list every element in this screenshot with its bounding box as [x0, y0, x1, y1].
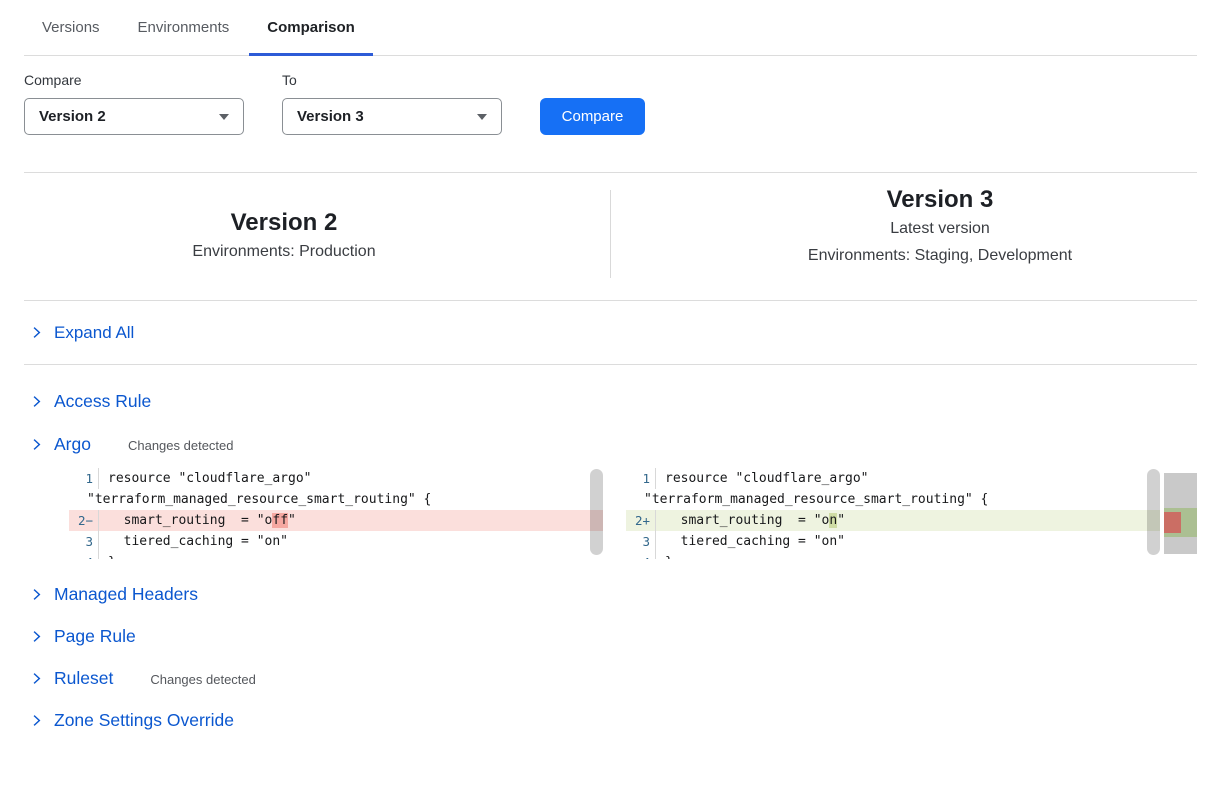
line-number: 3 — [626, 531, 656, 552]
diff-row: 4} — [626, 552, 1160, 559]
compare-form: Compare Version 2 To Version 3 Compare — [24, 72, 1224, 135]
changes-detected-badge: Changes detected — [150, 670, 256, 687]
compare-button[interactable]: Compare — [540, 98, 645, 135]
section-page[interactable]: Page Rule — [24, 620, 1197, 652]
changes-detected-badge: Changes detected — [128, 436, 234, 453]
line-number: 4 — [626, 552, 656, 559]
diff-panel-left: 1resource "cloudflare_argo""terraform_ma… — [69, 468, 603, 559]
compare-version-select[interactable]: Version 2 — [24, 98, 244, 135]
line-number: 2+ — [626, 510, 656, 531]
version-left-title: Version 2 — [24, 207, 544, 238]
diff-row: "terraform_managed_resource_smart_routin… — [626, 489, 1160, 510]
code-text: resource "cloudflare_argo" — [656, 468, 869, 489]
line-number: 1 — [69, 468, 99, 489]
chevron-right-icon — [30, 326, 43, 339]
code-text: tiered_caching = "on" — [656, 531, 845, 552]
chevron-right-icon — [30, 395, 43, 408]
section-title: Access Rule — [54, 391, 151, 412]
diff-row: 3 tiered_caching = "on" — [626, 531, 1160, 552]
line-number: 1 — [626, 468, 656, 489]
code-text: } — [99, 552, 116, 559]
chevron-right-icon — [30, 438, 43, 451]
section-access[interactable]: Access Rule — [24, 385, 1197, 417]
word-diff-highlight: ff — [272, 513, 288, 528]
diff-overview-minimap[interactable] — [1164, 473, 1197, 554]
section-argo[interactable]: Argo Changes detected — [24, 428, 1197, 460]
version-left-header: Version 2 Environments: Production — [24, 207, 544, 265]
header-vertical-divider — [610, 190, 611, 278]
chevron-right-icon — [30, 672, 43, 685]
to-label: To — [282, 72, 502, 88]
tab-versions[interactable]: Versions — [24, 0, 118, 55]
to-version-select[interactable]: Version 3 — [282, 98, 502, 135]
diff-row: "terraform_managed_resource_smart_routin… — [69, 489, 603, 510]
code-text: smart_routing = "on" — [656, 510, 845, 531]
chevron-down-icon — [219, 114, 229, 120]
code-text: "terraform_managed_resource_smart_routin… — [69, 489, 431, 510]
diff-row-deleted: 2− smart_routing = "off" — [69, 510, 603, 531]
chevron-right-icon — [30, 630, 43, 643]
expand-all-label: Expand All — [54, 323, 134, 343]
chevron-right-icon — [30, 714, 43, 727]
diff-row: 4} — [69, 552, 603, 559]
code-text: "terraform_managed_resource_smart_routin… — [626, 489, 988, 510]
section-title: Page Rule — [54, 626, 136, 647]
version-right-subtitle: Latest version — [683, 215, 1197, 242]
version-right-header: Version 3 Latest version Environments: S… — [683, 184, 1197, 269]
section-managed[interactable]: Managed Headers — [24, 578, 1197, 610]
line-number: 3 — [69, 531, 99, 552]
code-text: resource "cloudflare_argo" — [99, 468, 312, 489]
section-zone[interactable]: Zone Settings Override — [24, 704, 1197, 736]
diff-panel-gap — [603, 468, 626, 563]
vertical-scrollbar[interactable] — [1147, 469, 1160, 555]
version-right-title: Version 3 — [683, 184, 1197, 215]
chevron-right-icon — [30, 588, 43, 601]
diff-panel-right: 1resource "cloudflare_argo""terraform_ma… — [626, 468, 1160, 559]
section-title: Ruleset — [54, 668, 113, 689]
section-title: Zone Settings Override — [54, 710, 234, 731]
code-text: smart_routing = "off" — [99, 510, 296, 531]
code-text: } — [656, 552, 673, 559]
line-number: 4 — [69, 552, 99, 559]
version-headers: Version 2 Environments: Production Versi… — [24, 172, 1197, 301]
compare-label: Compare — [24, 72, 244, 88]
chevron-down-icon — [477, 114, 487, 120]
code-text: tiered_caching = "on" — [99, 531, 288, 552]
section-ruleset[interactable]: Ruleset Changes detected — [24, 662, 1197, 694]
comparison-page: VersionsEnvironmentsComparison Compare V… — [0, 0, 1224, 736]
diff-row: 1resource "cloudflare_argo" — [69, 468, 603, 489]
line-number: 2− — [69, 510, 99, 531]
version-right-environments: Environments: Staging, Development — [683, 242, 1197, 269]
to-field: To Version 3 — [282, 72, 502, 135]
diff-row: 1resource "cloudflare_argo" — [626, 468, 1160, 489]
section-title: Managed Headers — [54, 584, 198, 605]
tab-bar: VersionsEnvironmentsComparison — [24, 0, 1197, 56]
compare-field: Compare Version 2 — [24, 72, 244, 135]
expand-all-button[interactable]: Expand All — [24, 301, 1197, 365]
argo-diff-view: 1resource "cloudflare_argo""terraform_ma… — [69, 468, 1197, 563]
tab-comparison[interactable]: Comparison — [249, 0, 373, 55]
tab-environments[interactable]: Environments — [120, 0, 248, 55]
section-title: Argo — [54, 434, 91, 455]
vertical-scrollbar[interactable] — [590, 469, 603, 555]
to-version-value: Version 3 — [297, 108, 364, 125]
section-list: Access RuleArgoChanges detected1resource… — [24, 385, 1197, 736]
word-diff-highlight: n — [829, 513, 837, 528]
minimap-deletion-marker — [1164, 512, 1181, 533]
version-left-environments: Environments: Production — [24, 238, 544, 265]
diff-row: 3 tiered_caching = "on" — [69, 531, 603, 552]
diff-row-added: 2+ smart_routing = "on" — [626, 510, 1160, 531]
compare-version-value: Version 2 — [39, 108, 106, 125]
